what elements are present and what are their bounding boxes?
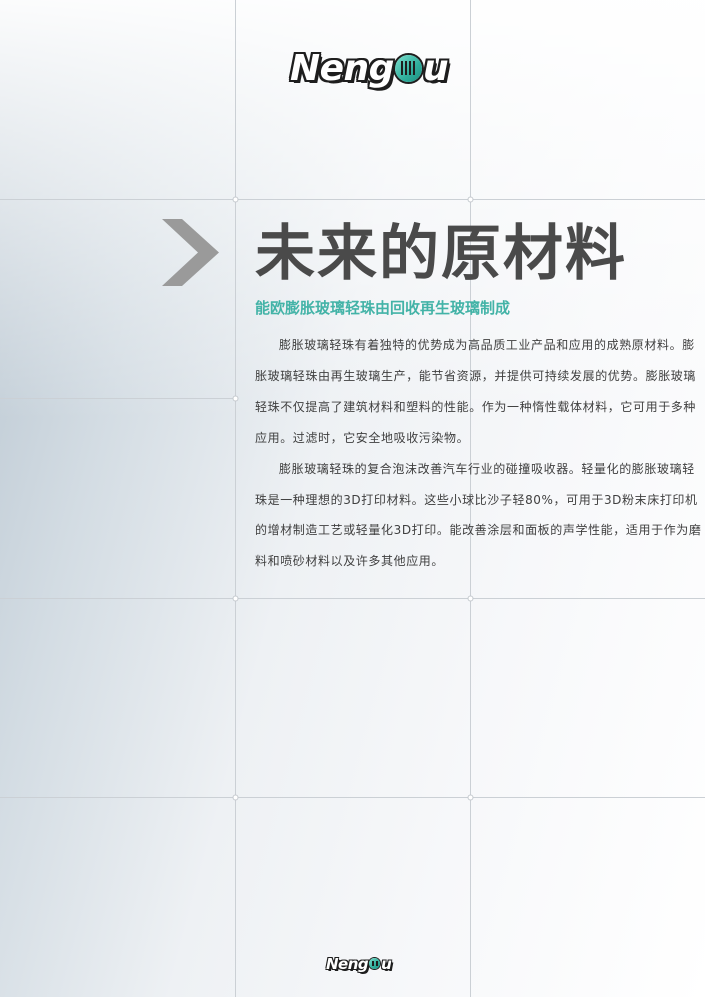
body-text: 膨胀玻璃轻珠有着独特的优势成为高品质工业产品和应用的成熟原材料。膨胀玻璃轻珠由再… bbox=[255, 330, 705, 577]
page-subtitle: 能欧膨胀玻璃轻珠由回收再生玻璃制成 bbox=[255, 299, 511, 317]
logo-text-prefix: Neng bbox=[326, 955, 369, 973]
logo-text-suffix: u bbox=[381, 955, 392, 973]
logo-text-prefix: Neng bbox=[290, 48, 394, 89]
paragraph: 膨胀玻璃轻珠有着独特的优势成为高品质工业产品和应用的成熟原材料。膨胀玻璃轻珠由再… bbox=[255, 338, 697, 445]
chevron-right-icon bbox=[162, 219, 219, 286]
page-title: 未来的原材料 bbox=[255, 219, 627, 289]
paragraph: 膨胀玻璃轻珠的复合泡沫改善汽车行业的碰撞吸收器。轻量化的膨胀玻璃轻珠是一种理想的… bbox=[255, 461, 702, 569]
footer-logo: Neng u bbox=[326, 955, 392, 973]
logo-o-mark-icon bbox=[394, 54, 422, 82]
logo-o-mark-icon bbox=[369, 958, 381, 969]
logo-text-suffix: u bbox=[422, 48, 449, 89]
page: Neng u 未来的原材料 能欧膨胀玻璃轻珠由回收再生玻璃制成 膨胀玻璃轻珠有着独… bbox=[0, 0, 705, 997]
brand-logo: Neng u bbox=[290, 48, 449, 89]
